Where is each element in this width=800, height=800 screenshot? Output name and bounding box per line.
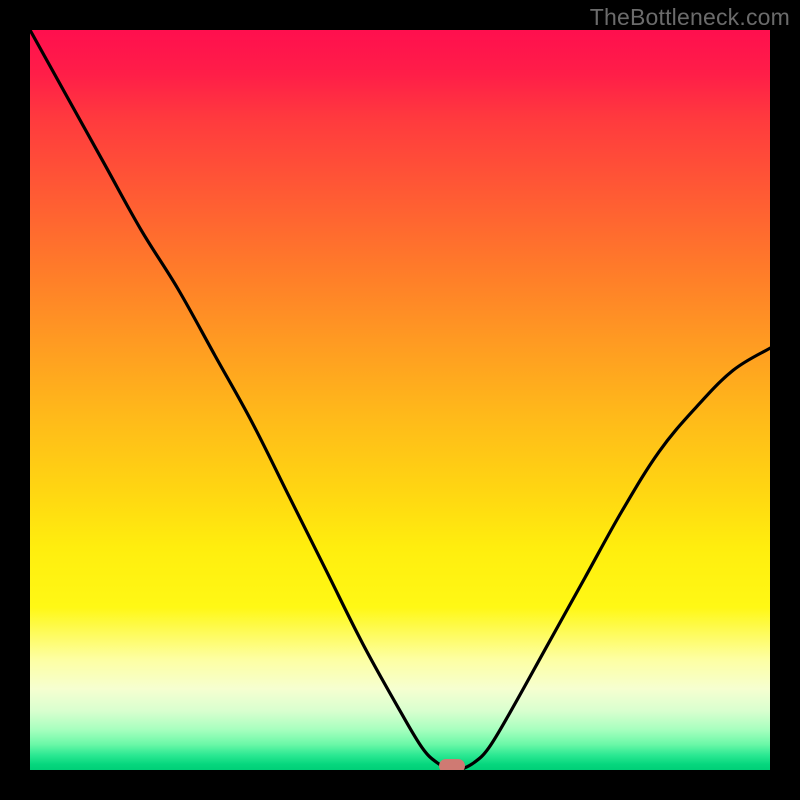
plot-area (30, 30, 770, 770)
chart-frame: TheBottleneck.com (0, 0, 800, 800)
watermark-text: TheBottleneck.com (590, 4, 790, 31)
curve-svg (30, 30, 770, 770)
optimal-marker (439, 759, 465, 770)
bottleneck-curve (30, 30, 770, 770)
